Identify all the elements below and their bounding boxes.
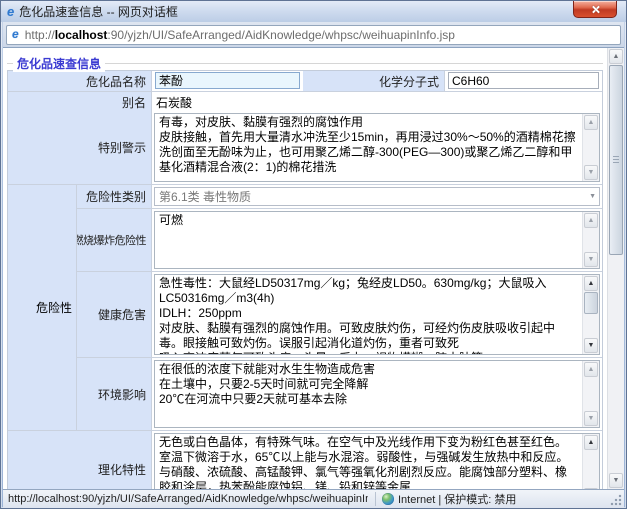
table-row-environment: 环境影响 在很低的浓度下就能对水生生物造成危害 在土壤中，只要2-5天时间就可完… — [77, 358, 602, 430]
warning-label: 特别警示 — [8, 111, 152, 184]
scroll-down-icon[interactable]: ▼ — [584, 411, 598, 426]
environment-textarea[interactable]: 在很低的浓度下就能对水生生物造成危害 在土壤中，只要2-5天时间就可完全降解 2… — [154, 360, 600, 428]
danger-section: 危险性 危险性类别 第6.1类 毒性物质 ▼ — [8, 185, 602, 431]
alias-cell: 石炭酸 — [152, 92, 602, 113]
properties-text: 无色或白色晶体，有特殊气味。在空气中及光线作用下变为粉红色甚至红色。室温下微溶于… — [155, 434, 582, 489]
window-title: 危化品速查信息 -- 网页对话框 — [19, 3, 178, 20]
danger-category-select[interactable]: 第6.1类 毒性物质 ▼ — [154, 187, 600, 206]
table-row-health: 健康危害 急性毒性：大鼠经LD50317mg／kg；兔经皮LD50。630mg/… — [77, 272, 602, 358]
properties-cell: 无色或白色晶体，有特殊气味。在空气中及光线作用下变为粉红色甚至红色。室温下微溶于… — [152, 431, 602, 489]
burn-label: 燃烧爆炸危险性 — [77, 209, 152, 271]
table-row-warning: 特别警示 有毒，对皮肤、黏膜有强烈的腐蚀作用 皮肤接触，首先用大量清水冲洗至少1… — [8, 111, 602, 185]
url-path: :90/yjzh/UI/SafeArranged/AidKnowledge/wh… — [107, 28, 455, 42]
page-content: 危化品速查信息 危化品名称 化学分子式 别名 — [3, 48, 624, 489]
status-bar: http://localhost:90/yjzh/UI/SafeArranged… — [3, 489, 624, 508]
burn-text: 可燃 — [155, 212, 582, 268]
close-icon — [591, 5, 600, 14]
environment-cell: 在很低的浓度下就能对水生生物造成危害 在土壤中，只要2-5天时间就可完全降解 2… — [152, 358, 602, 430]
scroll-up-icon[interactable]: ▲ — [584, 213, 598, 228]
close-button[interactable] — [573, 1, 617, 18]
scroll-down-icon[interactable]: ▼ — [584, 252, 598, 267]
chemical-info-table: 危化品名称 化学分子式 别名 石炭酸 — [7, 70, 603, 489]
burn-cell: 可燃 ▲ ▼ — [152, 209, 602, 271]
status-divider — [375, 492, 376, 506]
scrollbar-thumb[interactable] — [584, 292, 598, 314]
properties-scrollbar[interactable]: ▲ ▼ — [582, 434, 599, 489]
category-label: 危险性类别 — [77, 185, 152, 208]
health-cell: 急性毒性：大鼠经LD50317mg／kg；兔经皮LD50。630mg/kg；大鼠… — [152, 272, 602, 357]
scrollbar-grip-icon — [613, 156, 619, 164]
environment-scrollbar[interactable]: ▲ ▼ — [582, 361, 599, 427]
scroll-down-icon[interactable]: ▼ — [584, 165, 598, 180]
ie-page-icon: e — [12, 28, 19, 41]
section-title: 危化品速查信息 — [13, 55, 105, 72]
warning-text: 有毒，对皮肤、黏膜有强烈的腐蚀作用 皮肤接触，首先用大量清水冲洗至少15min，… — [155, 114, 582, 181]
properties-textarea[interactable]: 无色或白色晶体，有特殊气味。在空气中及光线作用下变为粉红色甚至红色。室温下微溶于… — [154, 433, 600, 489]
health-text: 急性毒性：大鼠经LD50317mg／kg；兔经皮LD50。630mg/kg；大鼠… — [155, 275, 582, 354]
scroll-up-icon[interactable]: ▲ — [584, 276, 598, 291]
scroll-track[interactable] — [583, 378, 599, 410]
scroll-track[interactable] — [583, 229, 599, 251]
table-row-category: 危险性类别 第6.1类 毒性物质 ▼ — [77, 185, 602, 209]
form-page: 危化品速查信息 危化品名称 化学分子式 别名 — [3, 48, 607, 489]
scroll-up-icon[interactable]: ▲ — [584, 362, 598, 377]
danger-rows: 危险性类别 第6.1类 毒性物质 ▼ 燃烧爆炸危险性 — [77, 185, 602, 430]
scroll-track[interactable] — [608, 255, 624, 472]
url-scheme: http:// — [25, 28, 55, 42]
table-row-name: 危化品名称 化学分子式 — [8, 71, 602, 92]
scroll-track[interactable] — [583, 131, 599, 164]
globe-icon — [382, 493, 394, 505]
formula-input[interactable] — [448, 72, 599, 89]
address-input[interactable]: e http://localhost:90/yjzh/UI/SafeArrang… — [6, 25, 621, 45]
alias-value: 石炭酸 — [152, 92, 602, 113]
page-scrollbar-thumb[interactable] — [609, 65, 623, 255]
health-textarea[interactable]: 急性毒性：大鼠经LD50317mg／kg；兔经皮LD50。630mg/kg；大鼠… — [154, 274, 600, 355]
properties-label: 理化特性 — [8, 431, 152, 489]
status-zone-text: Internet | 保护模式: 禁用 — [398, 491, 516, 507]
scroll-track[interactable] — [583, 451, 599, 487]
scroll-track[interactable] — [583, 314, 599, 337]
category-value: 第6.1类 毒性物质 — [159, 188, 251, 205]
table-row-burn: 燃烧爆炸危险性 可燃 ▲ ▼ — [77, 209, 602, 272]
chemical-name-input[interactable] — [155, 72, 300, 89]
status-zone-area: Internet | 保护模式: 禁用 — [382, 491, 516, 507]
scroll-up-icon[interactable]: ▲ — [609, 49, 623, 64]
chevron-down-icon: ▼ — [589, 193, 596, 200]
formula-label: 化学分子式 — [303, 71, 445, 91]
table-row-alias: 别名 石炭酸 — [8, 92, 602, 111]
scroll-down-icon[interactable]: ▼ — [609, 473, 623, 488]
warning-scrollbar[interactable]: ▲ ▼ — [582, 114, 599, 181]
warning-textarea[interactable]: 有毒，对皮肤、黏膜有强烈的腐蚀作用 皮肤接触，首先用大量清水冲洗至少15min，… — [154, 113, 600, 182]
name-cell — [152, 71, 303, 91]
burn-scrollbar[interactable]: ▲ ▼ — [582, 212, 599, 268]
environment-text: 在很低的浓度下就能对水生生物造成危害 在土壤中，只要2-5天时间就可完全降解 2… — [155, 361, 582, 427]
scroll-down-icon[interactable]: ▼ — [584, 338, 598, 353]
titlebar[interactable]: e 危化品速查信息 -- 网页对话框 — [1, 1, 626, 22]
environment-label: 环境影响 — [77, 358, 152, 430]
burn-textarea[interactable]: 可燃 ▲ ▼ — [154, 211, 600, 269]
health-label: 健康危害 — [77, 272, 152, 357]
category-cell: 第6.1类 毒性物质 ▼ — [152, 185, 602, 208]
url-host: localhost — [55, 28, 108, 42]
address-bar-area: e http://localhost:90/yjzh/UI/SafeArrang… — [3, 22, 624, 48]
danger-label: 危险性 — [8, 185, 77, 430]
formula-cell — [445, 71, 602, 91]
dialog-window: e 危化品速查信息 -- 网页对话框 e http://localhost:90… — [0, 0, 627, 509]
warning-cell: 有毒，对皮肤、黏膜有强烈的腐蚀作用 皮肤接触，首先用大量清水冲洗至少15min，… — [152, 111, 602, 184]
scroll-up-icon[interactable]: ▲ — [584, 435, 598, 450]
health-scrollbar[interactable]: ▲ ▼ — [582, 275, 599, 354]
ie-icon: e — [7, 5, 14, 18]
resize-grip[interactable] — [610, 494, 622, 506]
table-row-properties: 理化特性 无色或白色晶体，有特殊气味。在空气中及光线作用下变为粉红色甚至红色。室… — [8, 431, 602, 489]
name-label: 危化品名称 — [8, 71, 152, 91]
status-url: http://localhost:90/yjzh/UI/SafeArranged… — [3, 493, 368, 505]
scroll-up-icon[interactable]: ▲ — [584, 115, 598, 130]
info-fieldset: 危化品速查信息 — [7, 63, 603, 64]
alias-label: 别名 — [8, 92, 152, 113]
page-scrollbar[interactable]: ▲ ▼ — [607, 48, 624, 489]
